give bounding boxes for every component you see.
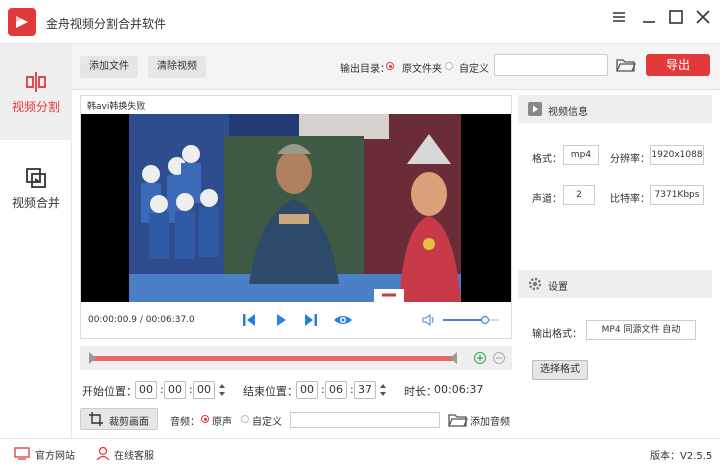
end-position-label: 结束位置： <box>243 385 298 398</box>
add-file-button[interactable]: 添加文件 <box>80 56 138 78</box>
split-icon <box>24 70 48 94</box>
video-panel: 韩avi韩换失败 00:00:00.9 / 00:06:37.0 <box>80 95 512 339</box>
crop-icon <box>89 412 103 426</box>
maximize-icon[interactable] <box>667 8 685 26</box>
timecode: 00:00:00.9 / 00:06:37.0 <box>88 315 195 325</box>
audio-source-radio[interactable] <box>201 415 209 423</box>
clear-video-button[interactable]: 清除视频 <box>148 56 206 78</box>
resolution-label: 分辨率： <box>610 154 650 165</box>
export-button[interactable]: 导出 <box>646 54 710 76</box>
play-icon[interactable] <box>273 312 289 328</box>
start-second-field[interactable]: 00 <box>193 381 215 399</box>
end-stepper-icon[interactable] <box>379 381 387 399</box>
start-stepper-icon[interactable] <box>218 381 226 399</box>
video-preview[interactable] <box>81 114 511 302</box>
audio-folder-icon[interactable] <box>448 412 468 428</box>
source-folder-label: 原文件夹 <box>402 64 442 75</box>
output-format-label: 输出格式： <box>532 329 582 340</box>
audio-custom-radio[interactable] <box>241 415 249 423</box>
sidebar-item-merge[interactable]: 视频合并 <box>0 140 72 236</box>
app-logo-icon <box>8 8 36 36</box>
choose-format-button[interactable]: 选择格式 <box>532 360 588 380</box>
crop-button[interactable]: 裁剪画面 <box>80 408 158 430</box>
end-minute-field[interactable]: 06 <box>325 381 347 399</box>
source-folder-radio[interactable] <box>386 62 394 70</box>
video-info-title: 视频信息 <box>548 107 588 118</box>
settings-title: 设置 <box>548 282 568 293</box>
end-second-field[interactable]: 37 <box>354 381 376 399</box>
player-controls: 00:00:00.9 / 00:06:37.0 <box>81 302 511 338</box>
custom-folder-radio[interactable] <box>445 62 453 70</box>
custom-folder-label: 自定义 <box>459 64 489 75</box>
gear-icon <box>528 277 542 291</box>
next-frame-icon[interactable] <box>303 312 319 328</box>
settings-header: 设置 <box>518 270 712 298</box>
menu-icon[interactable] <box>610 8 628 26</box>
preview-eye-icon[interactable] <box>333 312 353 328</box>
start-hour-field[interactable]: 00 <box>135 381 157 399</box>
browse-folder-icon[interactable] <box>616 57 636 73</box>
start-position-label: 开始位置： <box>82 385 137 398</box>
crop-button-label: 裁剪画面 <box>109 417 149 428</box>
bitrate-value: 7371Kbps <box>650 185 704 205</box>
end-handle-icon[interactable] <box>449 352 459 364</box>
window-title: 金舟视频分割合并软件 <box>46 17 167 31</box>
audio-path-input[interactable] <box>290 412 440 428</box>
minimize-icon[interactable] <box>640 8 658 26</box>
resolution-value: 1920x1088 <box>650 145 704 165</box>
title-bar: 金舟视频分割合并软件 <box>0 0 720 44</box>
close-icon[interactable] <box>694 8 712 26</box>
duration-label: 时长： <box>404 385 437 398</box>
bitrate-label: 比特率： <box>610 194 650 205</box>
sidebar-item-label: 视频分割 <box>11 100 60 114</box>
sidebar-item-split[interactable]: 视频分割 <box>0 44 72 140</box>
channels-value: 2 <box>563 185 595 205</box>
footer: 官方网站 在线客服 版本：V2.5.5 <box>0 438 720 468</box>
start-handle-icon[interactable] <box>87 352 97 364</box>
remove-segment-icon[interactable] <box>493 352 505 364</box>
audio-source-label: 原声 <box>212 417 232 428</box>
end-hour-field[interactable]: 00 <box>296 381 318 399</box>
sidebar-item-label: 视频合并 <box>11 196 60 210</box>
add-audio-button[interactable]: 添加音频 <box>470 413 510 428</box>
sidebar: 视频分割 视频合并 <box>0 44 72 438</box>
video-info-icon <box>528 102 542 116</box>
add-segment-icon[interactable] <box>474 352 486 364</box>
audio-label: 音频： <box>170 417 200 428</box>
video-frame-image <box>129 114 461 302</box>
duration-value: 00:06:37 <box>434 383 484 396</box>
video-info-header: 视频信息 <box>518 95 712 123</box>
website-link[interactable]: 官方网站 <box>35 447 75 462</box>
format-value: mp4 <box>563 145 599 165</box>
volume-icon[interactable] <box>421 312 437 328</box>
timeline-selection[interactable] <box>92 356 454 361</box>
output-format-value: MP4 同源文件 自动 <box>586 320 696 340</box>
audio-custom-label: 自定义 <box>252 417 282 428</box>
start-minute-field[interactable]: 00 <box>164 381 186 399</box>
output-path-input[interactable] <box>494 54 608 76</box>
support-link[interactable]: 在线客服 <box>114 447 154 462</box>
video-info-panel: 视频信息 格式： mp4 分辨率： 1920x1088 声道： 2 比特率： 7… <box>518 95 712 267</box>
merge-icon <box>24 166 48 190</box>
prev-frame-icon[interactable] <box>241 312 257 328</box>
volume-slider[interactable] <box>443 314 503 326</box>
support-icon <box>96 446 110 461</box>
video-title: 韩avi韩换失败 <box>87 102 146 112</box>
version-label: 版本：V2.5.5 <box>650 451 713 462</box>
website-icon <box>14 447 30 460</box>
channels-label: 声道： <box>532 194 562 205</box>
settings-panel: 设置 输出格式： MP4 同源文件 自动 选择格式 <box>518 270 712 410</box>
timeline-track[interactable] <box>80 346 512 370</box>
output-dir-label: 输出目录： <box>340 64 390 75</box>
format-label: 格式： <box>532 154 562 165</box>
toolbar: 添加文件 清除视频 输出目录： 原文件夹 自定义 导出 <box>72 44 720 90</box>
